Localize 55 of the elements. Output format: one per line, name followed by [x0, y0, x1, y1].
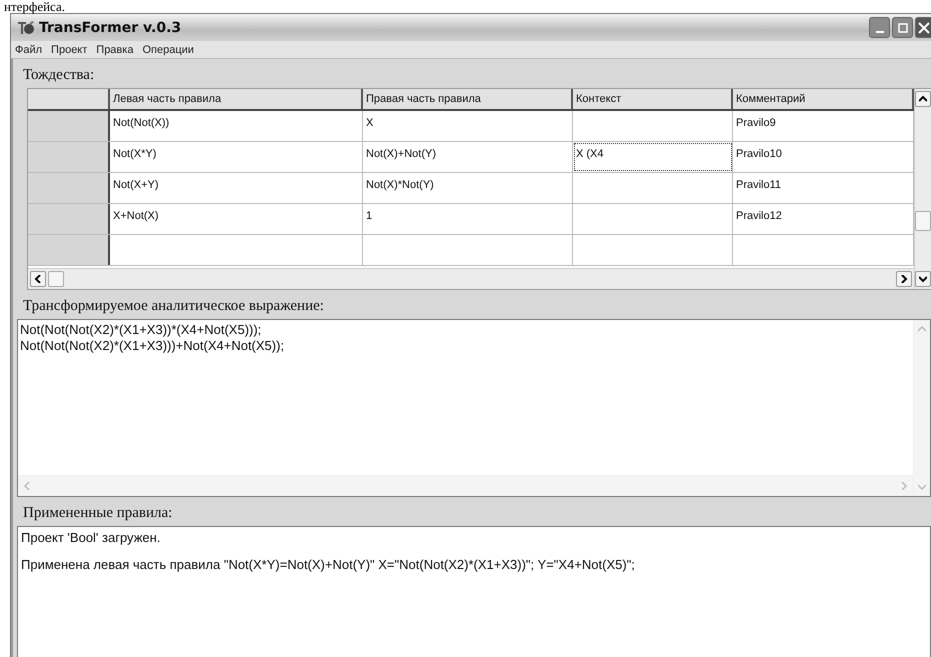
horizontal-scrollbar[interactable]: [28, 268, 914, 289]
scroll-down-button[interactable]: [915, 271, 931, 287]
minimize-icon: [876, 30, 884, 32]
section-label: Трансформируемое аналитическое выражение:: [22, 297, 325, 316]
chevron-up-icon: [918, 326, 926, 332]
log-line: Применена левая часть правила "Not(X*Y)=Not(X)+Not(Y)" X="Not(Not(X2)*(X1+X3))"; Y="X4+Not(X5)";: [21, 557, 636, 572]
menu-item[interactable]: Операции: [142, 44, 194, 56]
scroll-up-button[interactable]: [915, 91, 931, 107]
table-cell: Not(X+Y): [110, 173, 363, 203]
section-label: Тождества:: [22, 66, 96, 85]
app-icon: [17, 20, 35, 36]
row-header[interactable]: [28, 142, 110, 172]
table-cell: Not(X*Y): [110, 142, 363, 172]
chevron-left-icon: [24, 482, 30, 490]
minimize-button[interactable]: [869, 17, 890, 38]
table-cell: Not(Not(X)): [110, 111, 363, 141]
page-caption: нтерфейса.: [3, 0, 66, 13]
menu-item[interactable]: Правка: [96, 44, 134, 56]
menu-item[interactable]: Проект: [51, 44, 88, 56]
close-button[interactable]: [915, 17, 931, 38]
column-header[interactable]: Контекст: [573, 89, 733, 109]
scroll-left-button[interactable]: [30, 271, 46, 287]
table-cell: X (X4: [573, 142, 733, 172]
table-cell: X+Not(X): [110, 204, 363, 234]
row-header[interactable]: [28, 111, 110, 141]
vertical-scrollbar[interactable]: [914, 89, 931, 289]
code-line: Not(Not(Not(X2)*(X1+X3)))+Not(X4+Not(X5));: [20, 338, 286, 354]
chevron-right-icon: [901, 482, 907, 490]
table-cell: 1: [363, 204, 573, 234]
code-line: Not(Not(Not(X2)*(X1+X3))*(X4+Not(X5)));: [20, 322, 262, 338]
scroll-right-button[interactable]: [896, 271, 912, 287]
column-header[interactable]: Правая часть правила: [363, 89, 573, 109]
chevron-up-icon: [919, 95, 927, 103]
table-cell: X: [363, 111, 573, 141]
chevron-left-icon: [34, 275, 42, 283]
table-cell: Not(X)+Not(Y): [363, 142, 573, 172]
close-icon: [918, 22, 930, 34]
maximize-button[interactable]: [892, 17, 913, 38]
section-label: Примененные правила:: [22, 504, 174, 523]
scroll-thumb[interactable]: [48, 271, 64, 287]
expression-field[interactable]: Not(Not(Not(X2)*(X1+X3))*(X4+Not(X5))); Not(Not(Not(X2)*(X1+X3)))+Not(X4+Not(X5));: [17, 319, 931, 497]
chevron-down-icon: [919, 275, 927, 283]
window-title: TransFormer v.0.3: [39, 20, 182, 36]
table-cell: Not(X)*Not(Y): [363, 173, 573, 203]
column-header[interactable]: Комментарий: [733, 89, 914, 109]
chevron-down-icon: [918, 484, 926, 490]
scroll-thumb[interactable]: [915, 211, 931, 231]
row-header[interactable]: [28, 235, 110, 265]
log-line: Проект 'Bool' загружен.: [21, 530, 162, 545]
menu-item[interactable]: Файл: [15, 44, 42, 56]
column-header[interactable]: Левая часть правила: [110, 89, 363, 109]
maximize-icon: [898, 22, 908, 32]
row-header[interactable]: [28, 173, 110, 203]
row-header[interactable]: [28, 204, 110, 234]
chevron-right-icon: [900, 275, 908, 283]
